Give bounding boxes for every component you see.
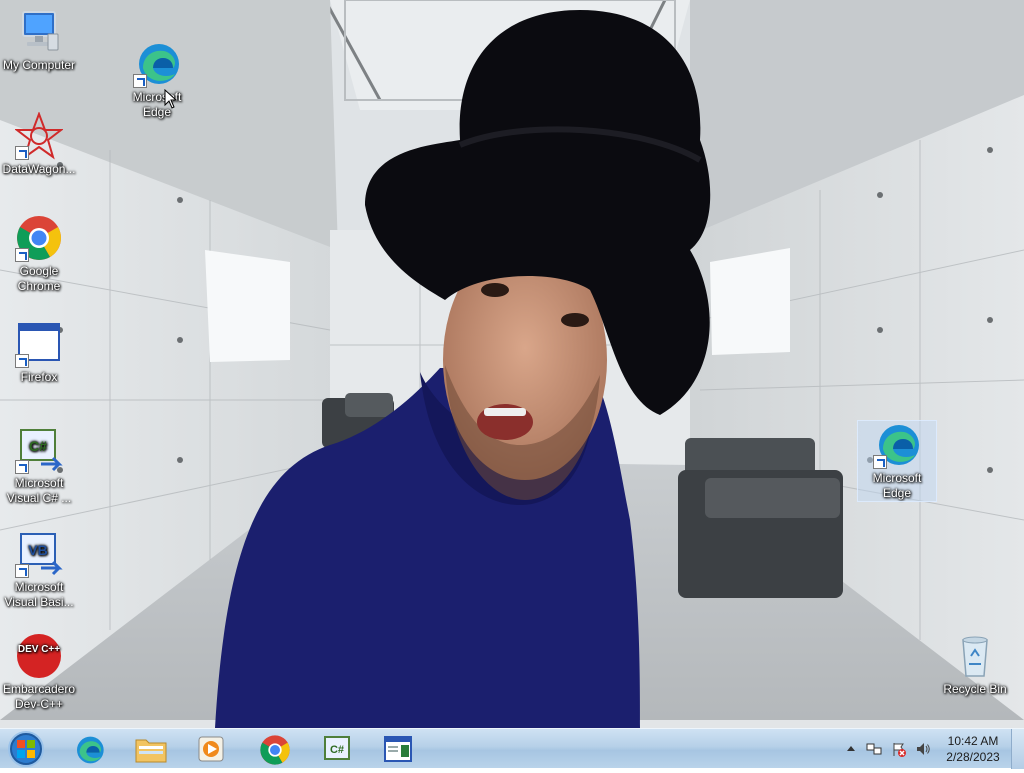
system-clock[interactable]: 10:42 AM 2/28/2023 <box>937 733 1009 765</box>
taskbar-file-explorer[interactable] <box>126 732 176 766</box>
desktop-icon-label: Microsoft Edge <box>872 471 922 500</box>
desktop-icon-label: Microsoft Visual Basi... <box>4 580 74 609</box>
clock-time: 10:42 AM <box>947 734 999 748</box>
shortcut-arrow-icon <box>873 455 887 469</box>
start-button[interactable] <box>6 730 46 768</box>
window-app-icon <box>15 320 63 368</box>
vb-icon: VB <box>15 530 63 578</box>
svg-text:DEV C++: DEV C++ <box>18 644 60 655</box>
taskbar: C# 10:42 AM 2/28/2023 <box>0 728 1024 769</box>
shortcut-arrow-icon <box>15 460 29 474</box>
edge-icon <box>873 421 921 469</box>
shortcut-arrow-icon <box>15 248 29 262</box>
taskbar-window-app[interactable] <box>373 732 423 766</box>
clock-date: 2/28/2023 <box>946 750 1000 764</box>
datawagon-icon <box>15 112 63 160</box>
desktop-icon-label: DataWagon... <box>2 162 76 176</box>
show-desktop-button[interactable] <box>1011 729 1024 769</box>
recycle-bin-icon <box>951 632 999 680</box>
desktop-icon-firefox[interactable]: Firefox <box>0 320 78 385</box>
taskbar-edge[interactable] <box>64 732 114 766</box>
taskbar-chrome[interactable] <box>250 732 300 766</box>
desktop-icon-label: Recycle Bin <box>943 682 1007 696</box>
csharp-icon: C# <box>324 736 350 760</box>
chrome-icon <box>260 735 290 765</box>
csharp-icon: C# <box>15 426 63 474</box>
desktop-icon-microsoft-edge[interactable]: Microsoft Edge <box>118 40 196 120</box>
mouse-cursor-icon <box>164 88 178 114</box>
shortcut-arrow-icon <box>15 354 29 368</box>
show-hidden-icons-chevron-icon[interactable] <box>845 741 861 757</box>
window-app-icon <box>384 736 412 762</box>
file-explorer-icon <box>135 739 167 763</box>
edge-icon <box>77 736 104 764</box>
desktop-icon-my-computer[interactable]: My Computer <box>0 8 78 73</box>
network-icon[interactable] <box>866 741 882 757</box>
taskbar-media-player[interactable] <box>186 732 236 766</box>
chrome-icon <box>15 214 63 262</box>
taskbar-visual-csharp[interactable]: C# <box>312 732 362 766</box>
shortcut-arrow-icon <box>15 146 29 160</box>
media-player-icon <box>198 736 224 762</box>
desktop-icon-recycle-bin[interactable]: Recycle Bin <box>936 632 1014 697</box>
shortcut-arrow-icon <box>133 74 147 88</box>
svg-text:VB: VB <box>28 542 47 558</box>
desktop-icon-label: Embarcadero Dev-C++ <box>2 682 76 711</box>
svg-text:C#: C# <box>29 438 47 454</box>
desktop-icon-label: Microsoft Edge <box>132 90 182 119</box>
computer-icon <box>15 8 63 56</box>
desktop-icon-visual-csharp[interactable]: C# Microsoft Visual C# ... <box>0 426 78 506</box>
desktop-icon-datawagon[interactable]: DataWagon... <box>0 112 78 177</box>
desktop-icon-label: Google Chrome <box>17 264 61 293</box>
svg-text:C#: C# <box>330 744 344 756</box>
desktop-icon-label: My Computer <box>2 58 76 72</box>
start-orb-icon <box>8 731 44 767</box>
edge-icon <box>133 40 181 88</box>
desktop-icon-label: Firefox <box>20 370 58 384</box>
shortcut-arrow-icon <box>15 564 29 578</box>
action-center-flag-icon[interactable] <box>891 741 907 757</box>
desktop-icon-devcpp[interactable]: DEV C++ Embarcadero Dev-C++ <box>0 632 78 712</box>
desktop-icon-microsoft-edge-selected[interactable]: Microsoft Edge <box>857 420 937 502</box>
desktop-icon-google-chrome[interactable]: Google Chrome <box>0 214 78 294</box>
desktop-icon-visual-basic[interactable]: VB Microsoft Visual Basi... <box>0 530 78 610</box>
desktop-icon-label: Microsoft Visual C# ... <box>6 476 72 505</box>
devcpp-icon: DEV C++ <box>15 632 63 680</box>
desktop[interactable]: My Computer Microsoft Edge DataWagon... <box>0 0 1024 728</box>
volume-icon[interactable] <box>915 741 931 757</box>
